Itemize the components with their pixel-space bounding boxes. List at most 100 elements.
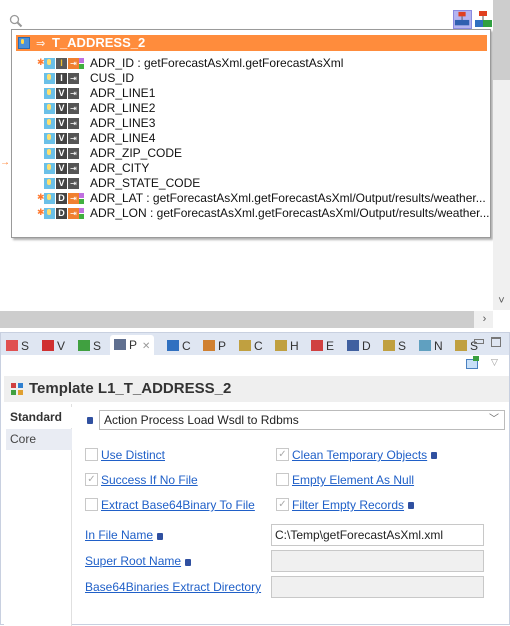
entity-name: T_ADDRESS_2 bbox=[52, 35, 146, 50]
field-input[interactable] bbox=[271, 576, 484, 598]
column-row[interactable]: I ⇥ CUS_ID bbox=[12, 71, 490, 86]
mapping-target-icon: ⇥ bbox=[68, 118, 79, 129]
diagram-icon bbox=[347, 340, 359, 351]
tab-connections[interactable]: C bbox=[239, 337, 263, 355]
info-icon[interactable] bbox=[431, 452, 437, 459]
entity-header[interactable]: ⇒ T_ADDRESS_2 bbox=[16, 35, 487, 51]
errors-icon bbox=[311, 340, 323, 351]
view-menu-icon[interactable]: ▽ bbox=[491, 357, 498, 368]
view-toolbar: ▽ bbox=[1, 355, 509, 373]
mapping-target-icon: ⇥ bbox=[68, 208, 79, 219]
checkbox[interactable] bbox=[85, 448, 98, 461]
info-icon[interactable] bbox=[185, 559, 191, 566]
column-row[interactable]: V ⇥ ADR_CITY bbox=[12, 161, 490, 176]
vertical-scroll-thumb[interactable] bbox=[493, 0, 510, 80]
tab-label: E bbox=[326, 339, 335, 353]
load-icon[interactable] bbox=[453, 10, 472, 29]
scroll-down-icon[interactable]: ˅ bbox=[493, 293, 510, 310]
tab-errors[interactable]: E bbox=[311, 337, 334, 355]
datatype-icon: D bbox=[56, 208, 67, 219]
scroll-right-icon[interactable]: › bbox=[476, 311, 493, 328]
column-row[interactable]: ✱ I ⇥ ADR_ID : getForecastAsXml.getForecast… bbox=[12, 56, 490, 71]
tab-sort[interactable]: S bbox=[6, 337, 29, 355]
horizontal-scroll-thumb[interactable] bbox=[0, 311, 474, 328]
checkbox[interactable]: ✓ bbox=[276, 498, 289, 511]
column-row[interactable]: V ⇥ ADR_LINE1 bbox=[12, 86, 490, 101]
search-icon[interactable] bbox=[9, 14, 23, 28]
expression-icon bbox=[79, 208, 84, 219]
tab-navigator[interactable]: N bbox=[419, 337, 443, 355]
field-label[interactable]: Base64Binaries Extract Directory bbox=[85, 580, 261, 594]
properties-content: Action Process Load Wsdl to Rdbms ﹀ Use … bbox=[73, 404, 509, 626]
checkbox[interactable]: ✓ bbox=[276, 448, 289, 461]
side-tab-core[interactable]: Core bbox=[6, 429, 72, 450]
checkbox-label[interactable]: Clean Temporary Objects bbox=[292, 447, 427, 463]
column-icon bbox=[44, 193, 55, 204]
progress-icon bbox=[203, 340, 215, 351]
checkbox-label[interactable]: Empty Element As Null bbox=[292, 472, 414, 488]
properties-panel: S V S P ✕ C P C H E D S N S ▽ Template L1_T_ADDRESS_2… bbox=[0, 332, 510, 626]
datatype-icon: V bbox=[56, 118, 67, 129]
tab-console[interactable]: C bbox=[167, 337, 191, 355]
field-label[interactable]: Super Root Name bbox=[85, 554, 181, 568]
side-tab-standard[interactable]: Standard bbox=[6, 407, 72, 428]
pin-editor-icon[interactable] bbox=[466, 356, 479, 369]
checkbox[interactable] bbox=[276, 473, 289, 486]
tab-search-results[interactable]: S bbox=[383, 337, 406, 355]
close-icon[interactable]: ✕ bbox=[142, 341, 150, 352]
integration-icon[interactable] bbox=[474, 10, 493, 29]
tab-diagram[interactable]: D bbox=[347, 337, 371, 355]
horizontal-scrollbar[interactable]: › bbox=[0, 311, 493, 328]
datatype-icon: D bbox=[56, 193, 67, 204]
column-row[interactable]: ✱ D ⇥ ADR_LON : getForecastAsXml.getForecas… bbox=[12, 206, 490, 221]
info-icon[interactable] bbox=[87, 417, 93, 424]
tab-variables[interactable]: V bbox=[42, 337, 65, 355]
vertical-scrollbar[interactable]: ˅ bbox=[493, 0, 510, 310]
tab-label: C bbox=[182, 339, 191, 353]
column-name: ADR_LINE4 bbox=[90, 131, 156, 145]
field-input[interactable]: C:\Temp\getForecastAsXml.xml bbox=[271, 524, 484, 546]
column-name: ADR_LINE3 bbox=[90, 116, 156, 130]
datatype-icon: V bbox=[56, 103, 67, 114]
tab-label: D bbox=[362, 339, 371, 353]
statistics-icon bbox=[78, 340, 90, 351]
tab-history[interactable]: H bbox=[275, 337, 299, 355]
checkbox[interactable]: ✓ bbox=[85, 473, 98, 486]
column-name: ADR_ZIP_CODE bbox=[90, 146, 183, 160]
info-icon[interactable] bbox=[408, 502, 414, 509]
template-select[interactable]: Action Process Load Wsdl to Rdbms ﹀ bbox=[99, 410, 505, 430]
tab-statistics[interactable]: S bbox=[78, 337, 101, 355]
tab-progress[interactable]: P bbox=[203, 337, 226, 355]
column-row[interactable]: V ⇥ ADR_STATE_CODE bbox=[12, 176, 490, 191]
column-icon bbox=[44, 88, 55, 99]
mapping-target-icon: ⇥ bbox=[68, 88, 79, 99]
entity-box[interactable]: ⇒ T_ADDRESS_2 ✱ I ⇥ ADR_ID : getForecastAsX… bbox=[11, 29, 491, 238]
chevron-down-icon[interactable]: ﹀ bbox=[489, 411, 499, 429]
tab-properties[interactable]: P ✕ bbox=[110, 335, 155, 355]
mapping-target-icon: ⇥ bbox=[68, 148, 79, 159]
datatype-icon: V bbox=[56, 88, 67, 99]
info-icon[interactable] bbox=[157, 533, 163, 540]
column-row[interactable]: V ⇥ ADR_LINE2 bbox=[12, 101, 490, 116]
checkbox-label[interactable]: Use Distinct bbox=[101, 447, 165, 463]
view-tab-bar: S V S P ✕ C P C H E D S N S bbox=[1, 333, 509, 355]
column-name: ADR_LINE2 bbox=[90, 101, 156, 115]
checkbox-label[interactable]: Filter Empty Records bbox=[292, 497, 404, 513]
navigator-icon bbox=[419, 340, 431, 351]
checkbox-label[interactable]: Success If No File bbox=[101, 472, 198, 488]
field-label[interactable]: In File Name bbox=[85, 528, 153, 542]
column-row[interactable]: V ⇥ ADR_LINE3 bbox=[12, 116, 490, 131]
minimize-icon[interactable] bbox=[473, 337, 484, 347]
column-row[interactable]: V ⇥ ADR_ZIP_CODE bbox=[12, 146, 490, 161]
checkbox-label[interactable]: Extract Base64Binary To File bbox=[101, 497, 255, 513]
field-input[interactable] bbox=[271, 550, 484, 572]
expression-icon bbox=[79, 58, 84, 69]
checkbox[interactable] bbox=[85, 498, 98, 511]
column-row[interactable]: ✱ D ⇥ ADR_LAT : getForecastAsXml.getForecas… bbox=[12, 191, 490, 206]
diagram-canvas[interactable]: → ⇒ T_ADDRESS_2 ✱ I ⇥ ADR_ID : getForecastA… bbox=[0, 0, 510, 330]
sort-icon bbox=[6, 340, 18, 351]
column-row[interactable]: V ⇥ ADR_LINE4 bbox=[12, 131, 490, 146]
maximize-icon[interactable] bbox=[491, 337, 501, 347]
column-icon bbox=[44, 118, 55, 129]
datatype-icon: I bbox=[56, 73, 67, 84]
